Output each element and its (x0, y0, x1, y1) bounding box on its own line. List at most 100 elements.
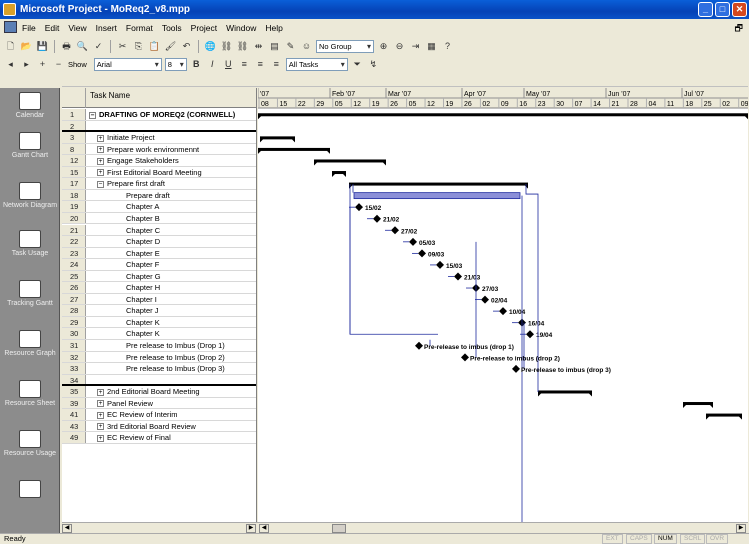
expand-icon[interactable]: + (97, 157, 104, 165)
gantt-scroll-left-icon[interactable]: ◀ (259, 524, 269, 533)
filter-select[interactable]: All Tasks (285, 57, 348, 71)
hide-subtasks-icon[interactable]: − (52, 58, 65, 71)
copy-icon[interactable]: ⎘ (132, 40, 145, 53)
view-tracking-gantt[interactable]: Tracking Gantt (0, 280, 60, 308)
row-id[interactable]: 22 (62, 236, 86, 247)
expand-icon[interactable]: + (97, 134, 104, 142)
document-restore-icon[interactable]: 🗗 (735, 21, 743, 37)
align-left-icon[interactable]: ≡ (238, 58, 251, 71)
row-id[interactable]: 25 (62, 270, 86, 282)
table-row[interactable]: 17 − Prepare first draft (62, 178, 256, 190)
hyperlink-icon[interactable]: 🌐 (204, 40, 217, 53)
font-select[interactable]: Arial (93, 57, 162, 71)
row-id[interactable]: 49 (62, 432, 86, 443)
column-header-task-name[interactable]: Task Name (90, 91, 130, 100)
view-gantt-chart[interactable]: Gantt Chart (0, 132, 60, 160)
row-id[interactable]: 35 (62, 386, 86, 397)
cut-icon[interactable]: ✂ (116, 40, 129, 53)
table-row[interactable]: 35 +2nd Editorial Board Meeting (62, 386, 256, 398)
menu-file[interactable]: File (22, 23, 36, 33)
horizontal-scrollbar[interactable]: ◀ ▶ ◀ ▶ (62, 522, 748, 533)
menu-insert[interactable]: Insert (96, 23, 117, 33)
print-preview-icon[interactable]: 🔍 (76, 40, 89, 53)
expand-icon[interactable]: + (97, 434, 104, 442)
show-subtasks-icon[interactable]: + (36, 58, 49, 71)
table-row[interactable]: 8 + Prepare work environmennt (62, 143, 256, 156)
row-id[interactable]: 18 (62, 189, 86, 201)
table-row[interactable]: 1− DRAFTING OF MOREQ2 (CORNWELL) (62, 109, 256, 121)
italic-icon[interactable]: I (206, 58, 219, 71)
table-scroll-right-icon[interactable]: ▶ (246, 524, 256, 533)
table-row[interactable]: 41 + EC Review of Interim (62, 409, 256, 421)
underline-icon[interactable]: U (222, 58, 235, 71)
expand-icon[interactable]: + (97, 423, 104, 431)
view-more[interactable] (0, 480, 60, 500)
view-resource-graph[interactable]: Resource Graph (0, 330, 60, 358)
split-task-icon[interactable]: ⇹ (252, 40, 265, 53)
table-row[interactable]: 20 Chapter B (62, 212, 256, 225)
expand-icon[interactable]: + (97, 400, 104, 408)
expand-icon[interactable]: + (97, 411, 104, 419)
row-id[interactable]: 8 (62, 143, 86, 155)
row-id[interactable]: 12 (62, 155, 86, 166)
zoom-out-icon[interactable]: ⊖ (393, 40, 406, 53)
spelling-icon[interactable]: ✓ (92, 40, 105, 53)
table-row[interactable]: 24 Chapter F (62, 259, 256, 271)
help-icon[interactable]: ? (441, 40, 454, 53)
maximize-button[interactable]: □ (715, 2, 730, 17)
undo-icon[interactable]: ↶ (180, 40, 193, 53)
table-row[interactable]: 23 Chapter E (62, 247, 256, 260)
row-id[interactable]: 15 (62, 166, 86, 178)
save-icon[interactable]: 💾 (36, 40, 49, 53)
row-id[interactable]: 31 (62, 340, 86, 351)
row-id[interactable]: 29 (62, 316, 86, 328)
row-id[interactable]: 2 (62, 120, 86, 131)
menu-tools[interactable]: Tools (162, 23, 182, 33)
group-select[interactable]: No Group (316, 39, 374, 53)
view-resource-usage[interactable]: Resource Usage (0, 430, 60, 458)
row-id[interactable]: 26 (62, 282, 86, 293)
gantt-wizard-icon[interactable]: ↯ (367, 58, 380, 71)
new-icon[interactable]: 🗋 (4, 40, 17, 53)
copy-picture-icon[interactable]: ▦ (425, 40, 438, 53)
table-row[interactable]: 26 Chapter H (62, 282, 256, 294)
table-row[interactable]: 33 Pre release to Imbus (Drop 3) (62, 363, 256, 375)
table-row[interactable]: 15 + First Editorial Board Meeting (62, 166, 256, 179)
row-id[interactable]: 27 (62, 293, 86, 305)
row-id[interactable]: 34 (62, 374, 86, 385)
open-icon[interactable]: 📂 (20, 40, 33, 53)
autofilter-icon[interactable]: ⏷ (351, 58, 364, 71)
expand-icon[interactable]: + (97, 169, 104, 177)
notes-icon[interactable]: ✎ (284, 40, 297, 53)
gantt-chart[interactable]: '07 Feb '07 Mar '07 Apr '07 May '07 Jun '07 Ju… (258, 88, 748, 522)
collapse-icon[interactable]: − (89, 111, 96, 119)
menu-edit[interactable]: Edit (45, 23, 60, 33)
row-id[interactable]: 17 (62, 178, 86, 189)
menu-project[interactable]: Project (191, 23, 217, 33)
paste-icon[interactable]: 📋 (148, 40, 161, 53)
row-id[interactable]: 33 (62, 363, 86, 374)
print-icon[interactable]: 🖶 (60, 40, 73, 53)
menu-view[interactable]: View (68, 23, 86, 33)
outdent-icon[interactable]: ◂ (4, 58, 17, 71)
font-size-select[interactable]: 8 (164, 57, 187, 71)
view-resource-sheet[interactable]: Resource Sheet (0, 380, 60, 408)
table-row[interactable]: 22 Chapter D (62, 236, 256, 248)
menu-format[interactable]: Format (126, 23, 153, 33)
select-all-cell[interactable] (62, 88, 86, 108)
row-id[interactable]: 39 (62, 397, 86, 409)
table-row[interactable]: 25 Chapter G (62, 270, 256, 283)
assign-resources-icon[interactable]: ☺ (300, 40, 313, 53)
view-task-usage[interactable]: Task Usage (0, 230, 60, 258)
task-info-icon[interactable]: ▤ (268, 40, 281, 53)
unlink-tasks-icon[interactable]: ⛓ (236, 40, 249, 53)
expand-icon[interactable]: + (97, 388, 104, 396)
row-id[interactable]: 28 (62, 305, 86, 316)
show-menu[interactable]: Show (68, 60, 87, 69)
table-row[interactable]: 31 Pre release to Imbus (Drop 1) (62, 340, 256, 352)
row-id[interactable]: 20 (62, 212, 86, 224)
table-row[interactable]: 28 Chapter J (62, 305, 256, 317)
collapse-icon[interactable]: − (97, 180, 104, 188)
menu-help[interactable]: Help (265, 23, 282, 33)
expand-icon[interactable]: + (97, 146, 104, 154)
